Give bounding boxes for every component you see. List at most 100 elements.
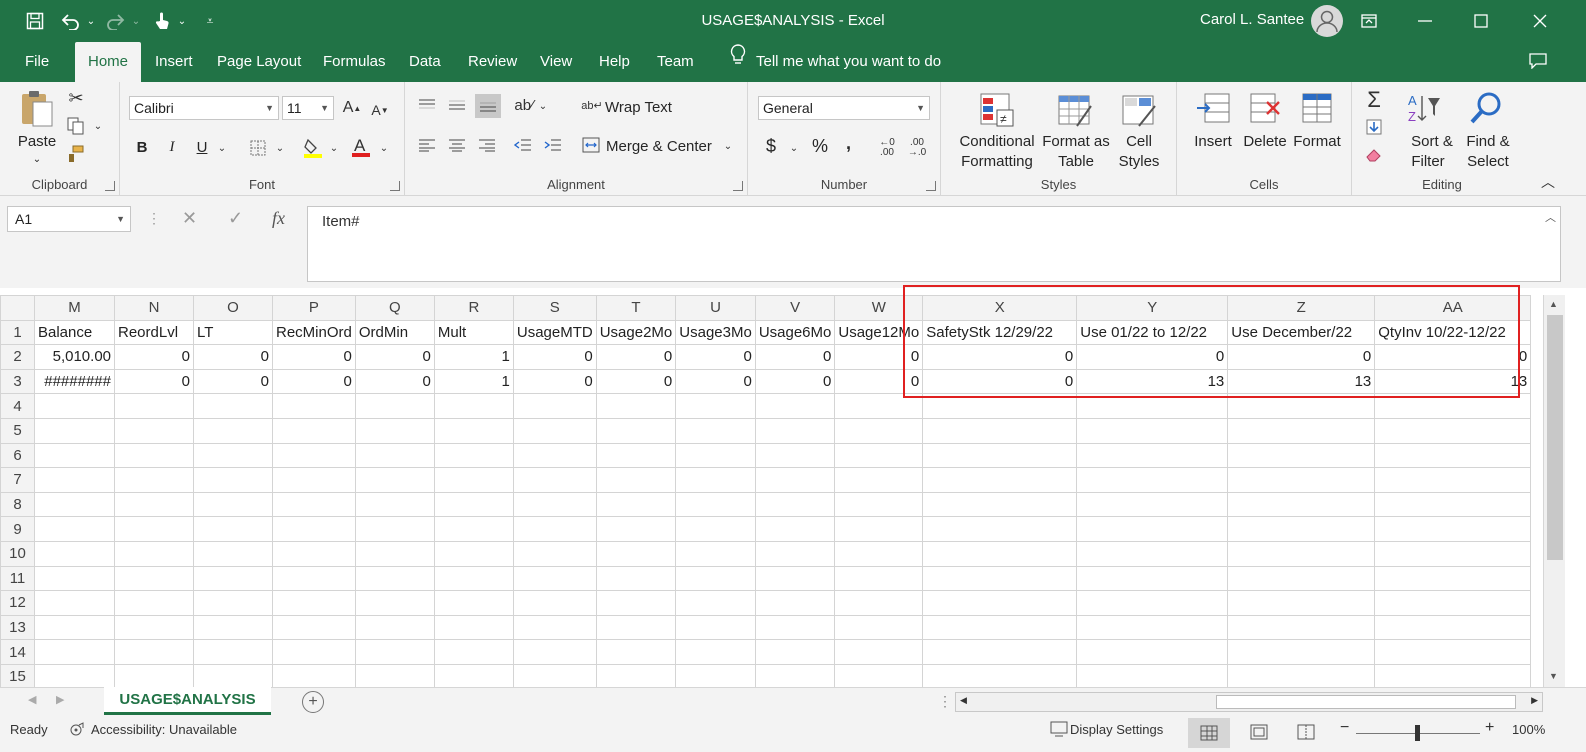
row-header[interactable]: 13 [0,614,35,641]
percent-style-button[interactable]: % [812,137,828,156]
cell-o7[interactable] [193,467,273,493]
scroll-left-icon[interactable]: ◀ [960,695,967,706]
cell-y10[interactable] [1076,540,1229,567]
cell-t7[interactable] [595,467,677,493]
cell-u1[interactable]: Usage3Mo [675,319,756,346]
cell-t15[interactable] [595,663,677,687]
new-sheet-icon[interactable]: + [302,691,324,713]
cell-styles-icon[interactable] [1119,90,1159,130]
cell-q3[interactable]: 0 [354,368,435,395]
cell-p13[interactable] [272,614,356,641]
collapse-formula-bar-icon[interactable]: ︿ [1545,209,1556,225]
cell-u10[interactable] [675,540,756,567]
merge-dropdown-icon[interactable]: ⌄ [722,138,734,154]
cell-v8[interactable] [754,491,836,518]
cell-z14[interactable] [1227,639,1376,665]
cell-aa1[interactable]: QtyInv 10/22-12/22 [1374,319,1532,346]
align-left-icon[interactable] [417,136,437,154]
cell-y3[interactable]: 13 [1076,368,1229,395]
cell-styles-label-1[interactable]: Cell [1111,132,1167,151]
scroll-up-icon[interactable]: ▲ [1549,299,1558,309]
row-header[interactable]: 4 [0,393,35,419]
cell-z11[interactable] [1227,565,1376,592]
cell-n3[interactable]: 0 [114,368,194,395]
column-header-o[interactable]: O [193,295,273,321]
cell-y7[interactable] [1076,467,1229,493]
orientation-icon[interactable]: ab⁄ [513,94,535,116]
cell-y12[interactable] [1076,590,1229,616]
tab-review[interactable]: Review [455,42,530,82]
merge-center-button[interactable]: Merge & Center [606,137,712,156]
top-align-icon[interactable] [417,96,437,114]
increase-indent-icon[interactable] [543,136,563,154]
cell-w8[interactable] [834,491,924,518]
cell-x4[interactable] [922,393,1078,419]
cell-u14[interactable] [675,639,756,665]
clear-icon[interactable] [1364,144,1384,166]
number-format-select[interactable]: General ▼ [758,96,930,120]
cell-t6[interactable] [595,442,677,469]
cell-w7[interactable] [834,467,924,493]
close-icon[interactable] [1512,0,1568,42]
cell-y13[interactable] [1076,614,1229,641]
cell-p6[interactable] [272,442,356,469]
cell-v13[interactable] [754,614,836,641]
scroll-right-icon[interactable]: ▶ [1531,695,1538,706]
cell-x2[interactable]: 0 [922,344,1078,370]
cell-n14[interactable] [114,639,194,665]
cell-aa9[interactable] [1374,516,1532,542]
cell-w6[interactable] [834,442,924,469]
tab-file[interactable]: File [12,42,62,82]
format-as-table-label-1[interactable]: Format as [1041,132,1111,151]
format-button[interactable]: Format [1291,132,1343,151]
cell-o10[interactable] [193,540,273,567]
fill-color-icon[interactable] [302,136,324,160]
cell-r5[interactable] [433,417,514,444]
cell-s2[interactable]: 0 [512,344,597,370]
vertical-scroll-thumb[interactable] [1547,315,1563,560]
tab-help[interactable]: Help [586,42,643,82]
cell-v12[interactable] [754,590,836,616]
cell-v6[interactable] [754,442,836,469]
cell-z7[interactable] [1227,467,1376,493]
row-header[interactable]: 6 [0,442,35,469]
cell-z6[interactable] [1227,442,1376,469]
column-header-y[interactable]: Y [1076,295,1229,321]
clipboard-launcher-icon[interactable] [105,181,115,191]
cell-s3[interactable]: 0 [512,368,597,395]
cell-u7[interactable] [675,467,756,493]
cell-r13[interactable] [433,614,514,641]
cell-aa13[interactable] [1374,614,1532,641]
decrease-decimal-icon[interactable]: .00 →.0 [904,136,930,160]
cell-z12[interactable] [1227,590,1376,616]
zoom-in-icon[interactable]: + [1485,719,1494,737]
borders-dropdown-icon[interactable]: ⌄ [274,140,286,156]
cell-r7[interactable] [433,467,514,493]
column-header-s[interactable]: S [512,295,597,321]
cell-z1[interactable]: Use December/22 [1227,319,1376,346]
cell-s11[interactable] [512,565,597,592]
cell-p9[interactable] [272,516,356,542]
display-settings-icon[interactable] [1050,721,1068,740]
previous-sheet-icon[interactable]: ◀ [28,693,36,706]
cell-x12[interactable] [922,590,1078,616]
cell-t9[interactable] [595,516,677,542]
minimize-icon[interactable] [1397,0,1453,42]
cell-t10[interactable] [595,540,677,567]
cell-styles-label-2[interactable]: Styles [1111,152,1167,171]
underline-button[interactable]: U [194,138,210,157]
cell-u5[interactable] [675,417,756,444]
paste-dropdown-icon[interactable]: ⌄ [31,150,43,169]
wrap-text-button[interactable]: Wrap Text [605,98,672,117]
cell-s7[interactable] [512,467,597,493]
cell-aa2[interactable]: 0 [1374,344,1532,370]
vertical-scrollbar[interactable]: ▲ ▼ [1543,295,1565,687]
find-select-label-1[interactable]: Find & [1460,132,1516,151]
user-name[interactable]: Carol L. Santee [1200,11,1304,28]
number-launcher-icon[interactable] [926,181,936,191]
insert-button[interactable]: Insert [1189,132,1237,151]
cell-o12[interactable] [193,590,273,616]
cell-q12[interactable] [354,590,435,616]
sheet-tab-usage-analysis[interactable]: USAGE$ANALYSIS [104,687,271,715]
cell-t11[interactable] [595,565,677,592]
